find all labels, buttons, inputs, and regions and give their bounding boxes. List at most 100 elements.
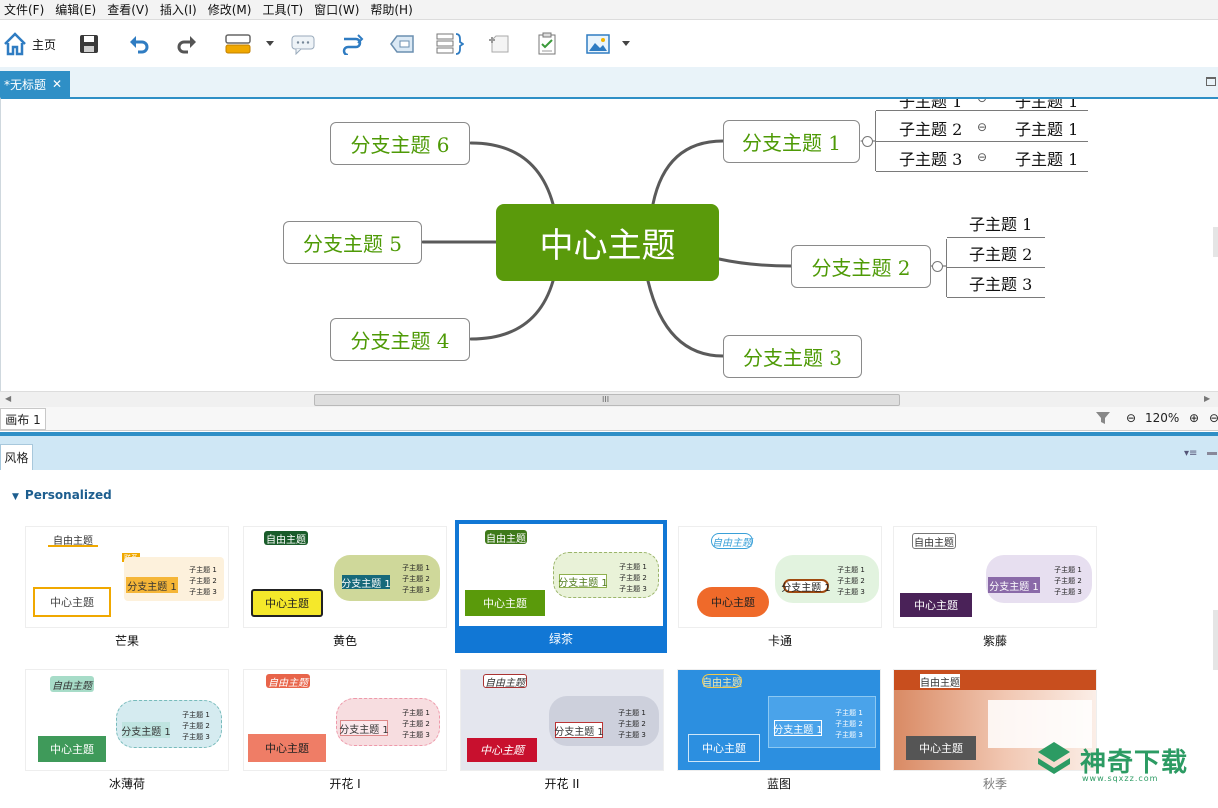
subtopic-b2-3[interactable]: 子主题 3 (969, 271, 1032, 295)
menu-file[interactable]: 文件(F) (0, 1, 51, 18)
style-thumbnail: 自由主题 分支主题 1 子主题 1 子主题 2 子主题 3 中心主题 (677, 669, 881, 771)
insert-topic-button[interactable] (224, 29, 274, 59)
menu-view[interactable]: 查看(V) (103, 1, 156, 18)
menu-insert[interactable]: 插入(I) (156, 1, 204, 18)
subtopic-b2-2[interactable]: 子主题 2 (969, 241, 1032, 265)
collapse-icon[interactable]: ⊖ (977, 120, 987, 134)
horizontal-scrollbar[interactable]: ◀ III ▶ (0, 391, 1218, 407)
subtopic-b1-3-child[interactable]: 子主题 1 (1015, 146, 1078, 170)
subtopic-b1-2[interactable]: 子主题 2 (899, 116, 962, 140)
scroll-right-icon[interactable]: ▶ (1204, 394, 1210, 403)
style-card-yellow[interactable]: 自由主题 分支主题 1 子主题 1 子主题 2 子主题 3 中心主题 黄色 (243, 526, 447, 654)
style-card-ice-mint[interactable]: 自由主题 分支主题 1 子主题 1 子主题 2 子主题 3 中心主题 冰薄荷 (25, 669, 229, 797)
menu-edit[interactable]: 编辑(E) (51, 1, 103, 18)
central-topic[interactable]: 中心主题 (496, 204, 719, 281)
subtopic-underline (876, 171, 1088, 172)
task-button[interactable] (536, 29, 558, 59)
filter-icon[interactable] (1095, 410, 1111, 429)
style-card-green-tea[interactable]: 自由主题 分支主题 1 子主题 1 子主题 2 子主题 3 中心主题 绿茶 (455, 520, 667, 653)
style-card-cartoon[interactable]: 自由主题 分支主题 1 子主题 1 子主题 2 子主题 3 中心主题 卡通 (678, 526, 882, 654)
watermark: 神奇下载 www.sqxzz.com (1032, 738, 1212, 788)
thumb-free-topic: 自由主题 (485, 530, 527, 545)
sheet-tab[interactable]: 画布 1 (0, 408, 46, 430)
redo-button[interactable] (176, 29, 198, 59)
minimize-icon[interactable] (1207, 452, 1217, 455)
thumb-sub3: 子主题 3 (837, 588, 865, 596)
menu-tools[interactable]: 工具(T) (258, 1, 310, 18)
style-panel-header: 风格 ▾≡ (0, 436, 1218, 470)
branch-topic-5[interactable]: 分支主题 5 (283, 221, 422, 264)
subtopic-b1-3[interactable]: 子主题 3 (899, 146, 962, 170)
image-button[interactable] (586, 29, 630, 59)
toolbar: 主页 (0, 21, 1218, 67)
scrollbar-grip: III (602, 395, 610, 404)
summary-button[interactable] (436, 29, 464, 59)
subtopic-underline (947, 237, 1045, 238)
close-icon[interactable]: ✕ (52, 77, 62, 91)
relationship-button[interactable] (340, 29, 364, 59)
chevron-down-icon[interactable] (266, 41, 274, 47)
comment-button[interactable] (290, 29, 316, 59)
document-tab-bar: *无标题 ✕ (0, 67, 1218, 97)
status-bar: 画布 1 ⊖ 120% ⊕ ⊖ (0, 407, 1218, 431)
scrollbar-thumb[interactable]: III (314, 394, 900, 406)
menu-help[interactable]: 帮助(H) (366, 1, 419, 18)
zoom-fit-icon[interactable]: ⊖ (1209, 411, 1218, 425)
attach-button[interactable] (486, 29, 512, 59)
task-icon (536, 32, 558, 56)
chevron-down-icon[interactable] (622, 41, 630, 47)
zoom-in-icon[interactable]: ⊕ (1189, 411, 1199, 425)
relationship-icon (340, 33, 364, 55)
branch-topic-1[interactable]: 分支主题 1 (723, 120, 860, 163)
thumb-branch: 分支主题 1 (339, 720, 389, 736)
thumb-center: 中心主题 (251, 589, 323, 617)
maximize-icon[interactable] (1206, 77, 1216, 86)
document-tab[interactable]: *无标题 ✕ (0, 71, 70, 97)
section-header[interactable]: ▼ Personalized (12, 488, 112, 502)
thumb-sub1: 子主题 1 (1054, 566, 1082, 574)
thumb-sub2: 子主题 2 (619, 574, 647, 582)
scroll-left-icon[interactable]: ◀ (5, 394, 11, 403)
collapse-icon[interactable]: ⊖ (977, 150, 987, 164)
save-button[interactable] (78, 29, 100, 59)
thumb-free-topic: 自由主题 (50, 676, 94, 692)
thumb-branch: 分支主题 1 (781, 579, 831, 594)
comment-icon (290, 33, 316, 55)
panel-menu-icon[interactable]: ▾≡ (1184, 448, 1197, 459)
zoom-out-icon[interactable]: ⊖ (1126, 411, 1136, 425)
collapse-toggle[interactable] (862, 136, 873, 147)
home-button[interactable]: 主页 (2, 29, 56, 59)
thumb-sub3: 子主题 3 (189, 588, 217, 596)
subtopic-b1-2-child[interactable]: 子主题 1 (1015, 116, 1078, 140)
thumb-center: 中心主题 (33, 587, 111, 617)
thumb-sub2: 子主题 2 (402, 720, 430, 728)
subtopic-underline (876, 141, 1088, 142)
style-card-wisteria[interactable]: 自由主题 分支主题 1 子主题 1 子主题 2 子主题 3 中心主题 紫藤 (893, 526, 1097, 654)
mindmap-canvas[interactable]: 中心主题 分支主题 6 分支主题 5 分支主题 4 分支主题 1 分支主题 2 … (0, 97, 1218, 391)
collapse-icon[interactable]: ⊖ (977, 99, 987, 105)
style-card-mango[interactable]: 自由主题 联系 分支主题 1 子主题 1 子主题 2 子主题 3 中心主题 芒果 (25, 526, 229, 654)
style-panel-tab[interactable]: 风格 (0, 444, 33, 470)
canvas-side-handle[interactable] (1213, 227, 1218, 257)
image-icon (586, 33, 612, 55)
branch-topic-3[interactable]: 分支主题 3 (723, 335, 862, 378)
style-card-blossom-1[interactable]: 自由主题 分支主题 1 子主题 1 子主题 2 子主题 3 中心主题 开花 I (243, 669, 447, 797)
collapse-toggle[interactable] (932, 261, 943, 272)
thumb-sub2: 子主题 2 (618, 720, 646, 728)
menu-window[interactable]: 窗口(W) (310, 1, 366, 18)
thumb-sub2: 子主题 2 (837, 577, 865, 585)
thumb-sub1: 子主题 1 (618, 709, 646, 717)
style-card-blossom-2[interactable]: 自由主题 分支主题 1 子主题 1 子主题 2 子主题 3 中心主题 开花 II (460, 669, 664, 797)
undo-button[interactable] (128, 29, 150, 59)
menu-modify[interactable]: 修改(M) (204, 1, 259, 18)
subtopic-b2-1[interactable]: 子主题 1 (969, 211, 1032, 235)
style-card-blueprint[interactable]: 自由主题 分支主题 1 子主题 1 子主题 2 子主题 3 中心主题 蓝图 (677, 669, 881, 797)
redo-icon (176, 33, 198, 55)
gallery-scroll-handle[interactable] (1213, 610, 1218, 670)
home-label: 主页 (32, 37, 57, 52)
branch-topic-6[interactable]: 分支主题 6 (330, 122, 470, 165)
branch-topic-4[interactable]: 分支主题 4 (330, 318, 470, 361)
thumb-sub2: 子主题 2 (835, 720, 863, 728)
boundary-button[interactable] (388, 29, 416, 59)
branch-topic-2[interactable]: 分支主题 2 (791, 245, 931, 288)
